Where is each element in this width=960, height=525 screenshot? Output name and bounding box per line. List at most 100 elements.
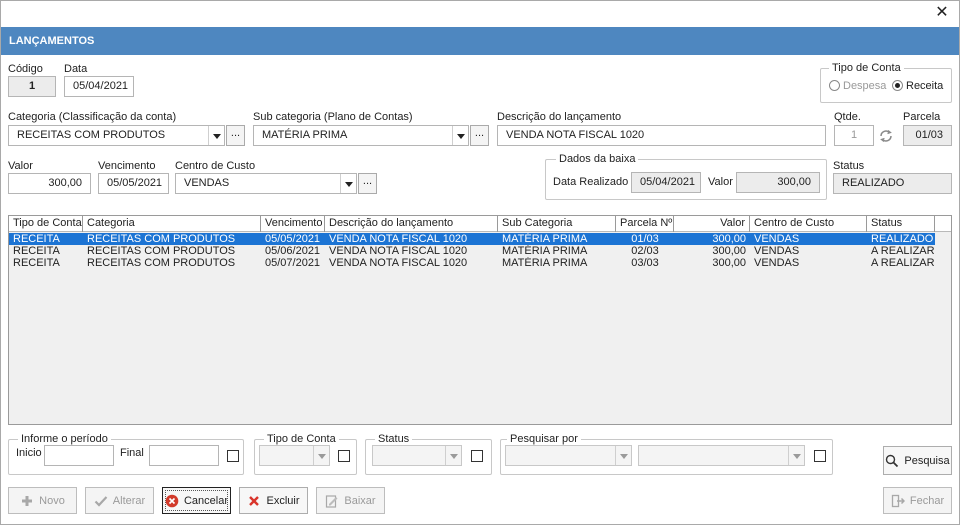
cell-categoria: RECEITAS COM PRODUTOS: [87, 233, 236, 245]
form-title-bar: LANÇAMENTOS: [1, 27, 959, 55]
periodo-checkbox[interactable]: [227, 450, 239, 462]
inicio-field[interactable]: [44, 445, 114, 466]
alterar-label: Alterar: [112, 494, 146, 507]
lancamentos-grid[interactable]: Tipo de Conta Categoria Vencimento Descr…: [8, 215, 952, 425]
fechar-label: Fechar: [909, 494, 945, 507]
cell-vencimento: 05/07/2021: [265, 257, 321, 269]
chevron-down-icon[interactable]: [340, 174, 356, 193]
col-centro-custo[interactable]: Centro de Custo: [750, 216, 867, 232]
edit-document-icon: [325, 494, 339, 508]
delete-x-icon: [247, 494, 261, 508]
categoria-combo[interactable]: RECEITAS COM PRODUTOS: [8, 125, 225, 146]
chevron-down-icon[interactable]: [452, 126, 468, 145]
final-label: Final: [120, 447, 144, 459]
fechar-button[interactable]: Fechar: [883, 487, 952, 514]
pesquisar-valor-combo[interactable]: [638, 445, 805, 466]
valor-label: Valor: [8, 160, 33, 172]
centro-combo[interactable]: VENDAS: [175, 173, 357, 194]
novo-button[interactable]: Novo: [8, 487, 77, 514]
tipo-filter-checkbox[interactable]: [338, 450, 350, 462]
chevron-down-icon[interactable]: [313, 446, 329, 465]
col-valor[interactable]: Valor: [674, 216, 750, 232]
pesquisa-button[interactable]: Pesquisa: [883, 446, 952, 475]
receita-radio[interactable]: [892, 80, 903, 91]
baixar-button[interactable]: Baixar: [316, 487, 385, 514]
despesa-radio[interactable]: [829, 80, 840, 91]
cell-parcela: 01/03: [631, 233, 659, 245]
cell-descricao: VENDA NOTA FISCAL 1020: [329, 257, 468, 269]
data-realizado-field: 05/04/2021: [631, 172, 701, 193]
col-categoria[interactable]: Categoria: [83, 216, 261, 232]
table-row[interactable]: RECEITA RECEITAS COM PRODUTOS 05/06/2021 VE…: [9, 245, 935, 257]
centro-label: Centro de Custo: [175, 160, 256, 172]
codigo-field: 1: [8, 76, 56, 97]
cell-status: A REALIZAR: [871, 257, 935, 269]
chevron-down-icon[interactable]: [208, 126, 224, 145]
plus-icon: [20, 494, 34, 508]
chevron-down-icon[interactable]: [445, 446, 461, 465]
cancelar-button[interactable]: Cancelar: [162, 487, 231, 514]
valor-field[interactable]: 300,00: [8, 173, 91, 194]
cell-descricao: VENDA NOTA FISCAL 1020: [329, 233, 468, 245]
alterar-button[interactable]: Alterar: [85, 487, 154, 514]
close-icon[interactable]: ✕: [934, 5, 950, 21]
cancel-icon: [165, 494, 179, 508]
status-field: REALIZADO: [833, 173, 952, 194]
status-filter-checkbox[interactable]: [471, 450, 483, 462]
tipo-filter-combo[interactable]: [259, 445, 330, 466]
pesquisar-title: Pesquisar por: [507, 433, 581, 445]
baixar-label: Baixar: [344, 494, 376, 507]
col-vencimento[interactable]: Vencimento: [261, 216, 325, 232]
cell-tipo-conta: RECEITA: [13, 233, 60, 245]
qtde-field[interactable]: 1: [834, 125, 874, 146]
cancelar-label: Cancelar: [183, 494, 229, 507]
cell-vencimento: 05/06/2021: [265, 245, 321, 257]
cell-status: A REALIZAR: [871, 245, 935, 257]
centro-lookup-button[interactable]: ...: [358, 173, 377, 194]
data-field[interactable]: 05/04/2021: [64, 76, 134, 97]
cell-categoria: RECEITAS COM PRODUTOS: [87, 257, 236, 269]
baixa-valor-label: Valor: [708, 176, 733, 188]
exit-door-icon: [891, 494, 905, 508]
pesquisar-checkbox[interactable]: [814, 450, 826, 462]
table-row[interactable]: RECEITA RECEITAS COM PRODUTOS 05/05/2021 VE…: [9, 233, 935, 245]
status-filter-combo[interactable]: [372, 445, 462, 466]
checkmark-icon: [94, 494, 108, 508]
col-descricao[interactable]: Descrição do lançamento: [325, 216, 498, 232]
categoria-lookup-button[interactable]: ...: [226, 125, 245, 146]
vencimento-field[interactable]: 05/05/2021: [98, 173, 169, 194]
col-parcela[interactable]: Parcela Nº: [616, 216, 674, 232]
despesa-label: Despesa: [843, 80, 887, 92]
novo-label: Novo: [39, 494, 65, 507]
chevron-down-icon[interactable]: [615, 446, 631, 465]
cell-sub-categoria: MATÉRIA PRIMA: [502, 245, 588, 257]
status-label: Status: [833, 160, 865, 172]
baixa-title: Dados da baixa: [556, 153, 639, 165]
cell-parcela: 03/03: [631, 257, 659, 269]
data-realizado-label: Data Realizado: [553, 176, 629, 188]
table-row[interactable]: RECEITA RECEITAS COM PRODUTOS 05/07/2021 VE…: [9, 257, 935, 269]
data-label: Data: [64, 63, 88, 75]
descricao-field[interactable]: VENDA NOTA FISCAL 1020: [497, 125, 826, 146]
cell-tipo-conta: RECEITA: [13, 245, 60, 257]
cell-sub-categoria: MATÉRIA PRIMA: [502, 233, 588, 245]
cell-valor: 300,00: [712, 257, 746, 269]
cell-sub-categoria: MATÉRIA PRIMA: [502, 257, 588, 269]
chevron-down-icon[interactable]: [788, 446, 804, 465]
refresh-icon[interactable]: [878, 128, 894, 144]
pesquisar-campo-combo[interactable]: [505, 445, 632, 466]
excluir-button[interactable]: Excluir: [239, 487, 308, 514]
search-icon: [885, 454, 899, 468]
col-status[interactable]: Status: [867, 216, 935, 232]
subcat-value: MATÉRIA PRIMA: [262, 129, 348, 141]
subcat-lookup-button[interactable]: ...: [470, 125, 489, 146]
codigo-label: Código: [8, 63, 43, 75]
excluir-label: Excluir: [266, 494, 300, 507]
col-tipo-conta[interactable]: Tipo de Conta: [9, 216, 83, 232]
subcat-combo[interactable]: MATÉRIA PRIMA: [253, 125, 469, 146]
baixa-valor-field: 300,00: [736, 172, 820, 193]
cell-centro-custo: VENDAS: [754, 245, 800, 257]
col-sub-categoria[interactable]: Sub Categoria: [498, 216, 616, 232]
form-title: LANÇAMENTOS: [9, 35, 95, 47]
final-field[interactable]: [149, 445, 219, 466]
